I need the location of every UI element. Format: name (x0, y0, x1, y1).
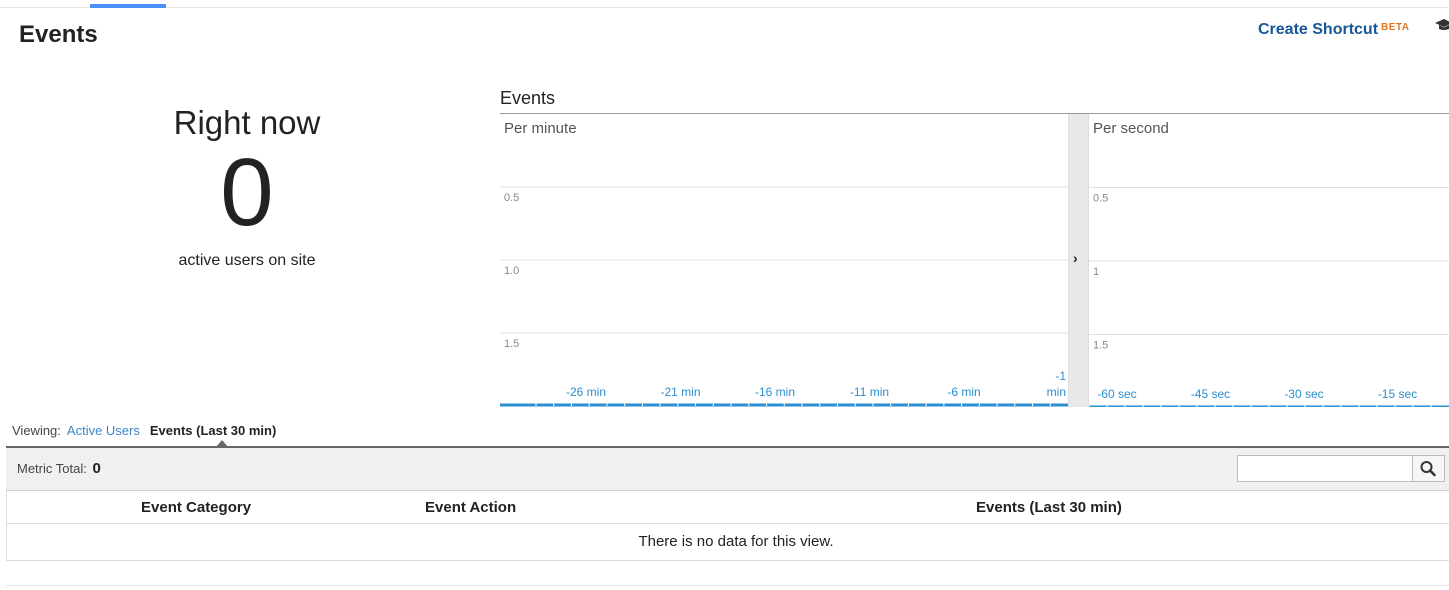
y-tick-label: 0.5 (504, 192, 519, 204)
x-tick-label: -1 (1055, 369, 1066, 383)
x-tick-label: -16 min (755, 385, 795, 399)
active-tab-indicator (90, 4, 166, 8)
graduation-cap-icon[interactable] (1434, 18, 1449, 32)
column-event-action[interactable]: Event Action (425, 499, 516, 516)
viewing-selector: Viewing: Active Users Events (Last 30 min) (12, 423, 276, 438)
per-second-chart: Per second 1.5 1 0.5 -60 sec -45 sec -30 sec -… (1089, 114, 1449, 407)
y-tick-label: 1.5 (504, 338, 519, 350)
x-tick-label: -6 min (947, 385, 980, 399)
events-table: Event Category Event Action Events (Last… (6, 491, 1449, 561)
column-event-category[interactable]: Event Category (141, 499, 251, 516)
empty-table-message: There is no data for this view. (638, 533, 834, 550)
y-tick-label: 1.5 (1093, 340, 1108, 352)
table-header: Event Category Event Action Events (Last… (7, 491, 1449, 524)
viewing-label: Viewing: (12, 423, 61, 438)
x-tick-label: -60 sec (1097, 387, 1136, 401)
active-users-link[interactable]: Active Users (67, 423, 140, 438)
x-tick-label: -15 sec (1378, 387, 1417, 401)
create-shortcut-label: Create Shortcut (1258, 21, 1379, 38)
events-chart-title: Events (500, 88, 556, 108)
page-title: Events (19, 21, 98, 48)
active-users-count: 0 (220, 139, 274, 246)
metric-total-label: Metric Total: (17, 461, 87, 476)
top-strip (0, 0, 1449, 8)
search-icon (1420, 461, 1436, 477)
per-minute-chart: Per minute 1.5 1.0 0.5 -26 min -21 min -16 mi… (500, 114, 1068, 407)
x-tick-label: -26 min (566, 385, 606, 399)
y-tick-label: 1 (1093, 266, 1099, 278)
right-now-label: Right now (173, 104, 321, 141)
search-button[interactable] (1412, 455, 1445, 482)
metric-bar: Metric Total: 0 (6, 446, 1449, 491)
right-now-widget: Right now 0 active users on site (110, 104, 384, 270)
expand-arrow-icon: › (1073, 250, 1078, 266)
create-shortcut-link[interactable]: Create Shortcut BETA (1258, 21, 1410, 39)
bottom-rule (6, 585, 1449, 586)
table-search-input[interactable] (1237, 455, 1413, 482)
metric-total: Metric Total: 0 (17, 460, 101, 477)
events-view-active[interactable]: Events (Last 30 min) (150, 423, 276, 438)
x-tick-label: -21 min (660, 385, 700, 399)
per-minute-plot: 1.5 1.0 0.5 -26 min -21 min -16 min -11 min -6 … (500, 186, 1068, 407)
x-tick-label: -45 sec (1191, 387, 1230, 401)
y-tick-label: 0.5 (1093, 193, 1108, 205)
column-events-last-30-min[interactable]: Events (Last 30 min) (976, 499, 1122, 516)
per-second-plot: 1.5 1 0.5 -60 sec -45 sec -30 sec -15 sec (1089, 187, 1449, 407)
x-tick-label: -30 sec (1284, 387, 1323, 401)
x-tick-label: -11 min (850, 385, 889, 399)
chart-divider[interactable]: › (1068, 114, 1089, 407)
metric-total-value: 0 (92, 460, 101, 477)
active-users-caption: active users on site (178, 252, 316, 269)
beta-badge: BETA (1381, 22, 1410, 33)
x-tick-label: min (1047, 385, 1066, 399)
y-tick-label: 1.0 (504, 265, 519, 277)
